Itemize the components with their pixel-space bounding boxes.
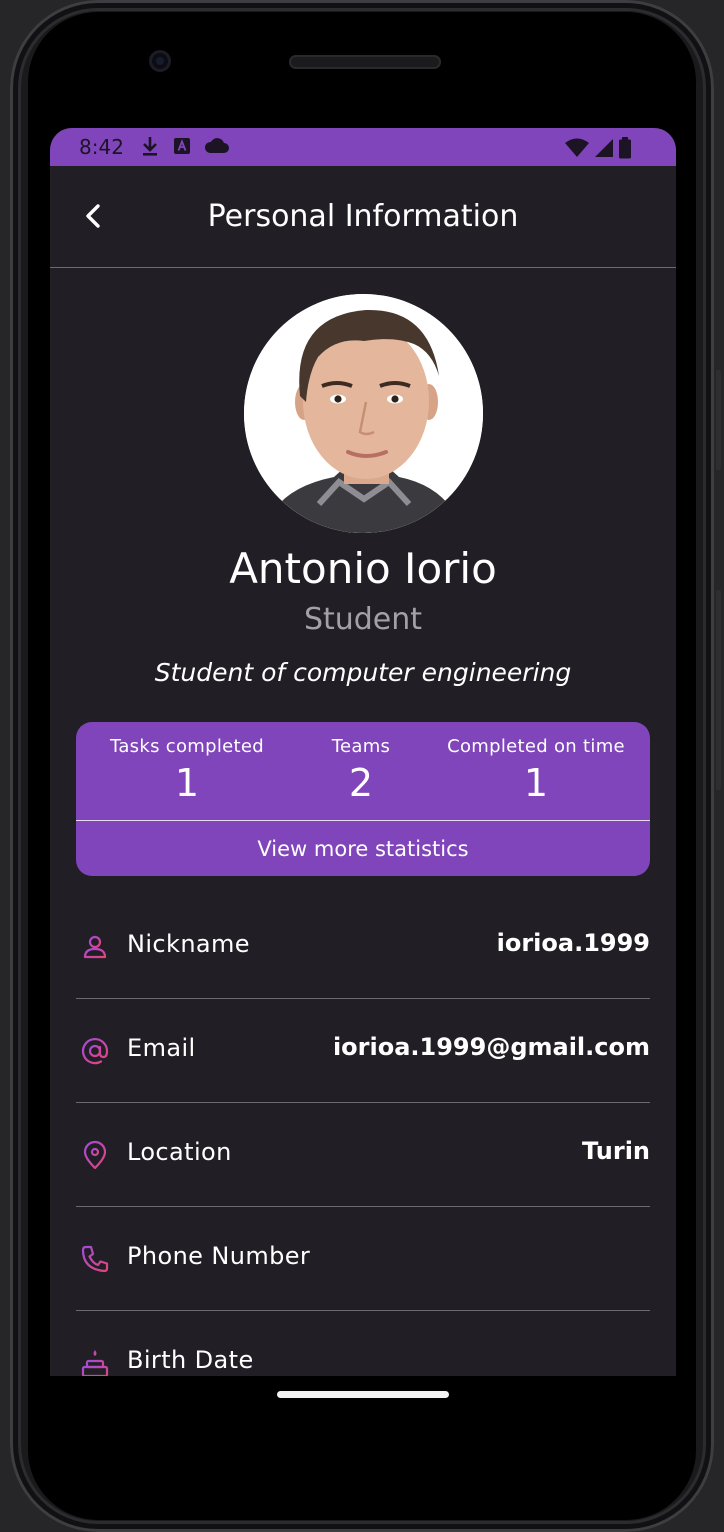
stat-teams: Teams 2 (311, 736, 411, 805)
profile-photo (244, 294, 483, 533)
stat-label: Tasks completed (110, 736, 264, 757)
home-indicator[interactable] (277, 1391, 449, 1398)
info-label: Email (127, 1034, 196, 1062)
stat-value: 1 (174, 761, 200, 805)
info-row-email[interactable]: Email iorioa.1999@gmail.com (76, 998, 650, 1103)
info-label: Birth Date (127, 1346, 254, 1374)
stat-completed-on-time: Completed on time 1 (431, 736, 641, 805)
front-camera (149, 50, 171, 72)
status-left-icons (140, 135, 230, 157)
profile-name: Antonio Iorio (229, 544, 497, 593)
profile-role: Student (303, 602, 423, 637)
location-pin-icon (83, 1140, 107, 1170)
avatar[interactable] (244, 294, 483, 533)
info-label: Nickname (127, 930, 250, 958)
stats-card: Tasks completed 1 Teams 2 Completed on t… (76, 722, 650, 876)
stat-tasks-completed: Tasks completed 1 (92, 736, 282, 805)
stat-label: Teams (331, 736, 391, 757)
profile-bio: Student of computer engineering (154, 658, 572, 687)
power-button (716, 590, 721, 790)
info-label: Location (127, 1138, 232, 1166)
info-value: iorioa.1999 (496, 929, 650, 957)
wifi-icon (565, 138, 589, 157)
volume-button (716, 370, 721, 470)
person-icon (83, 935, 107, 959)
info-value: iorioa.1999@gmail.com (332, 1033, 650, 1061)
phone-icon (81, 1245, 109, 1273)
view-more-statistics-button[interactable]: View more statistics (76, 820, 650, 876)
cloud-icon (204, 138, 229, 153)
battery-icon (619, 137, 631, 159)
info-row-location[interactable]: Location Turin (76, 1102, 650, 1207)
stat-value: 1 (523, 761, 549, 805)
earpiece-speaker (289, 55, 441, 69)
info-row-birth-date[interactable]: Birth Date (76, 1310, 650, 1376)
screen: 8:42 Personal Information Antonio Iorio … (50, 128, 676, 1376)
info-row-nickname[interactable]: Nickname iorioa.1999 (76, 894, 650, 999)
status-time: 8:42 (79, 135, 124, 159)
info-value: Turin (582, 1137, 650, 1165)
page-title: Personal Information (207, 199, 519, 234)
signal-icon (595, 139, 613, 157)
download-icon (143, 137, 157, 156)
info-label: Phone Number (127, 1242, 311, 1270)
info-row-phone-number[interactable]: Phone Number (76, 1206, 650, 1311)
stat-value: 2 (348, 761, 374, 805)
cake-icon (81, 1350, 109, 1376)
app-bar: Personal Information (50, 166, 676, 268)
stat-label: Completed on time (447, 736, 625, 757)
status-bar: 8:42 (50, 128, 676, 166)
status-right-icons (564, 137, 632, 159)
a-badge-icon (174, 138, 190, 154)
at-sign-icon (81, 1038, 109, 1065)
